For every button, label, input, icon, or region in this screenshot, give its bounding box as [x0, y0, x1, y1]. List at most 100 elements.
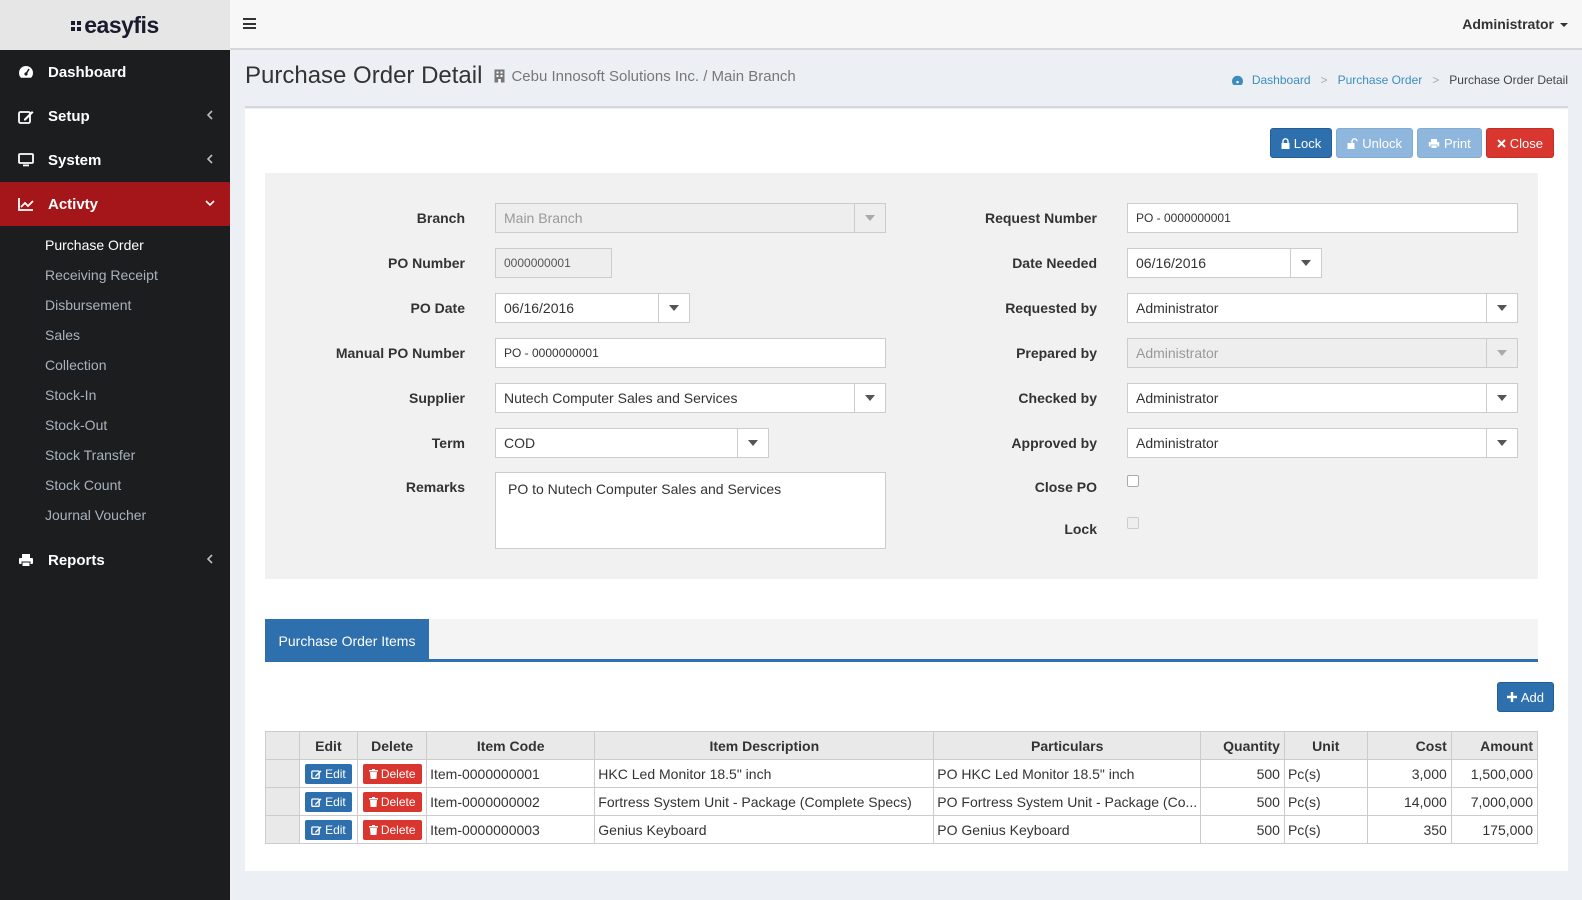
- submenu-item-journal-voucher[interactable]: Journal Voucher: [0, 500, 230, 530]
- column-header-cost[interactable]: Cost: [1366, 731, 1452, 760]
- breadcrumb-separator: >: [1432, 73, 1440, 87]
- lock-checkbox[interactable]: [1127, 517, 1139, 529]
- term-select[interactable]: COD: [495, 428, 769, 458]
- supplier-select[interactable]: Nutech Computer Sales and Services: [495, 383, 886, 413]
- caret-down-icon: [1560, 23, 1568, 28]
- submenu-item-stock-out[interactable]: Stock-Out: [0, 410, 230, 440]
- row-selector[interactable]: [265, 787, 300, 816]
- dropdown-arrow-icon[interactable]: [658, 294, 689, 322]
- submenu-item-sales[interactable]: Sales: [0, 320, 230, 350]
- dropdown-arrow-icon: [854, 204, 885, 232]
- date-needed-field[interactable]: 06/16/2016: [1127, 248, 1322, 278]
- top-header: Administrator: [230, 0, 1582, 50]
- edit-row-button[interactable]: Edit: [305, 763, 352, 784]
- lock-button[interactable]: Lock: [1269, 128, 1333, 158]
- sidebar-item-reports[interactable]: Reports: [0, 538, 230, 582]
- sidebar-item-activity[interactable]: Activty: [0, 182, 230, 226]
- breadcrumb-current: Purchase Order Detail: [1449, 73, 1568, 87]
- column-header-select: [265, 731, 300, 760]
- edit-row-button[interactable]: Edit: [305, 791, 352, 812]
- edit-row-button[interactable]: Edit: [305, 819, 352, 840]
- breadcrumb: Dashboard > Purchase Order > Purchase Or…: [1231, 73, 1568, 87]
- submenu-item-disbursement[interactable]: Disbursement: [0, 290, 230, 320]
- print-icon: [1428, 138, 1440, 149]
- close-icon: [1497, 138, 1506, 148]
- chevron-left-icon: [206, 554, 213, 564]
- column-header-quantity[interactable]: Quantity: [1200, 731, 1285, 760]
- submenu-item-purchase-order[interactable]: Purchase Order: [0, 230, 230, 260]
- edit-icon: [18, 108, 34, 124]
- close-button[interactable]: Close: [1485, 128, 1554, 158]
- add-item-button[interactable]: Add: [1496, 682, 1554, 712]
- po-date-field[interactable]: 06/16/2016: [495, 293, 690, 323]
- sidebar: easyfis Dashboard Setup System Activty P…: [0, 0, 230, 900]
- close-button-label: Close: [1509, 135, 1543, 151]
- po-form: Branch Main Branch PO Number 0000000001 …: [265, 173, 1538, 579]
- items-table: Edit Delete Item Code Item Description P…: [265, 731, 1539, 844]
- unlock-button[interactable]: Unlock: [1336, 128, 1414, 158]
- breadcrumb-purchase-order[interactable]: Purchase Order: [1338, 73, 1423, 87]
- tab-purchase-order-items[interactable]: Purchase Order Items: [265, 619, 429, 662]
- po-number-label: PO Number: [387, 255, 465, 271]
- column-header-unit[interactable]: Unit: [1283, 731, 1368, 760]
- table-row[interactable]: Edit Delete Item-0000000001 HKC Led Moni…: [265, 759, 1539, 788]
- print-button[interactable]: Print: [1417, 128, 1482, 158]
- user-name: Administrator: [1462, 16, 1554, 32]
- breadcrumb-separator: >: [1320, 73, 1328, 87]
- unit-cell: Pc(s): [1283, 759, 1368, 788]
- amount-cell: 175,000: [1450, 815, 1539, 844]
- trash-icon: [368, 796, 378, 807]
- request-number-field[interactable]: PO - 0000000001: [1127, 203, 1518, 233]
- prepared-by-value: Administrator: [1136, 345, 1219, 361]
- breadcrumb-dashboard[interactable]: Dashboard: [1252, 73, 1311, 87]
- manual-po-number-field[interactable]: PO - 0000000001: [495, 338, 886, 368]
- delete-row-button[interactable]: Delete: [362, 763, 422, 784]
- dropdown-arrow-icon: [1486, 384, 1517, 412]
- branch-select[interactable]: Main Branch: [495, 203, 886, 233]
- plus-icon: [1506, 692, 1517, 702]
- column-header-item-description[interactable]: Item Description: [594, 731, 935, 760]
- sidebar-item-setup[interactable]: Setup: [0, 94, 230, 138]
- requested-by-select[interactable]: Administrator: [1127, 293, 1518, 323]
- close-po-checkbox[interactable]: [1127, 475, 1139, 487]
- table-row[interactable]: Edit Delete Item-0000000003 Genius Keybo…: [265, 815, 1539, 844]
- manual-po-number-label: Manual PO Number: [335, 345, 465, 361]
- table-row[interactable]: Edit Delete Item-0000000002 Fortress Sys…: [265, 787, 1539, 816]
- sidebar-item-dashboard[interactable]: Dashboard: [0, 50, 230, 94]
- delete-label: Delete: [380, 794, 416, 809]
- item-code-cell: Item-0000000001: [426, 759, 596, 788]
- app-logo[interactable]: easyfis: [0, 0, 230, 50]
- row-selector[interactable]: [265, 759, 300, 788]
- sidebar-item-label: Setup: [48, 107, 90, 125]
- delete-row-button[interactable]: Delete: [362, 819, 422, 840]
- column-header-item-code[interactable]: Item Code: [426, 731, 596, 760]
- remarks-textarea[interactable]: PO to Nutech Computer Sales and Services: [495, 472, 886, 549]
- line-chart-icon: [18, 196, 34, 212]
- submenu-item-stock-transfer[interactable]: Stock Transfer: [0, 440, 230, 470]
- checked-by-select[interactable]: Administrator: [1127, 383, 1518, 413]
- hamburger-menu-icon[interactable]: [243, 18, 256, 29]
- trash-icon: [368, 768, 378, 779]
- particulars-cell: PO HKC Led Monitor 18.5" inch: [933, 759, 1202, 788]
- submenu-item-receiving-receipt[interactable]: Receiving Receipt: [0, 260, 230, 290]
- column-header-amount[interactable]: Amount: [1450, 731, 1539, 760]
- user-menu[interactable]: Administrator: [1462, 16, 1568, 32]
- submenu-item-stock-in[interactable]: Stock-In: [0, 380, 230, 410]
- content-header: Purchase Order Detail Cebu Innosoft Solu…: [245, 62, 1568, 108]
- submenu-item-stock-count[interactable]: Stock Count: [0, 470, 230, 500]
- approved-by-select[interactable]: Administrator: [1127, 428, 1518, 458]
- row-selector[interactable]: [265, 815, 300, 844]
- column-header-particulars[interactable]: Particulars: [933, 731, 1202, 760]
- edit-label: Edit: [325, 766, 346, 781]
- page-subtitle: Cebu Innosoft Solutions Inc. / Main Bran…: [494, 68, 796, 85]
- unit-cell: Pc(s): [1283, 815, 1368, 844]
- items-tab-bar: Purchase Order Items: [265, 619, 1538, 662]
- dropdown-arrow-icon[interactable]: [1290, 249, 1321, 277]
- prepared-by-select[interactable]: Administrator: [1127, 338, 1518, 368]
- delete-row-button[interactable]: Delete: [362, 791, 422, 812]
- sidebar-item-system[interactable]: System: [0, 138, 230, 182]
- dropdown-arrow-icon: [1486, 294, 1517, 322]
- submenu-item-collection[interactable]: Collection: [0, 350, 230, 380]
- po-number-field[interactable]: 0000000001: [495, 248, 612, 278]
- item-code-cell: Item-0000000003: [426, 815, 596, 844]
